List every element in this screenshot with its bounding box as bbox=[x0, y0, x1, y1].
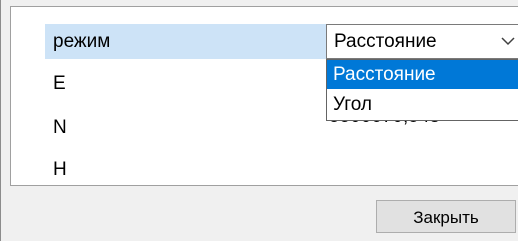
property-name: N bbox=[53, 117, 67, 138]
property-row-h[interactable]: H bbox=[45, 152, 515, 187]
mode-combobox[interactable]: Расстояние bbox=[326, 24, 518, 59]
dropdown-option-angle[interactable]: Угол bbox=[327, 90, 518, 119]
property-name: режим bbox=[53, 31, 111, 52]
close-button[interactable]: Закрыть bbox=[376, 200, 516, 233]
chevron-down-icon bbox=[501, 37, 515, 46]
mode-dropdown-list: Расстояние Угол bbox=[326, 59, 518, 121]
dropdown-option-distance[interactable]: Расстояние bbox=[327, 60, 518, 89]
property-name: H bbox=[53, 159, 67, 180]
combo-selected-value: Расстояние bbox=[334, 31, 437, 52]
properties-dialog: режим E N H 5500670,548 Расстояние Расст… bbox=[0, 0, 518, 241]
property-name: E bbox=[53, 73, 66, 94]
